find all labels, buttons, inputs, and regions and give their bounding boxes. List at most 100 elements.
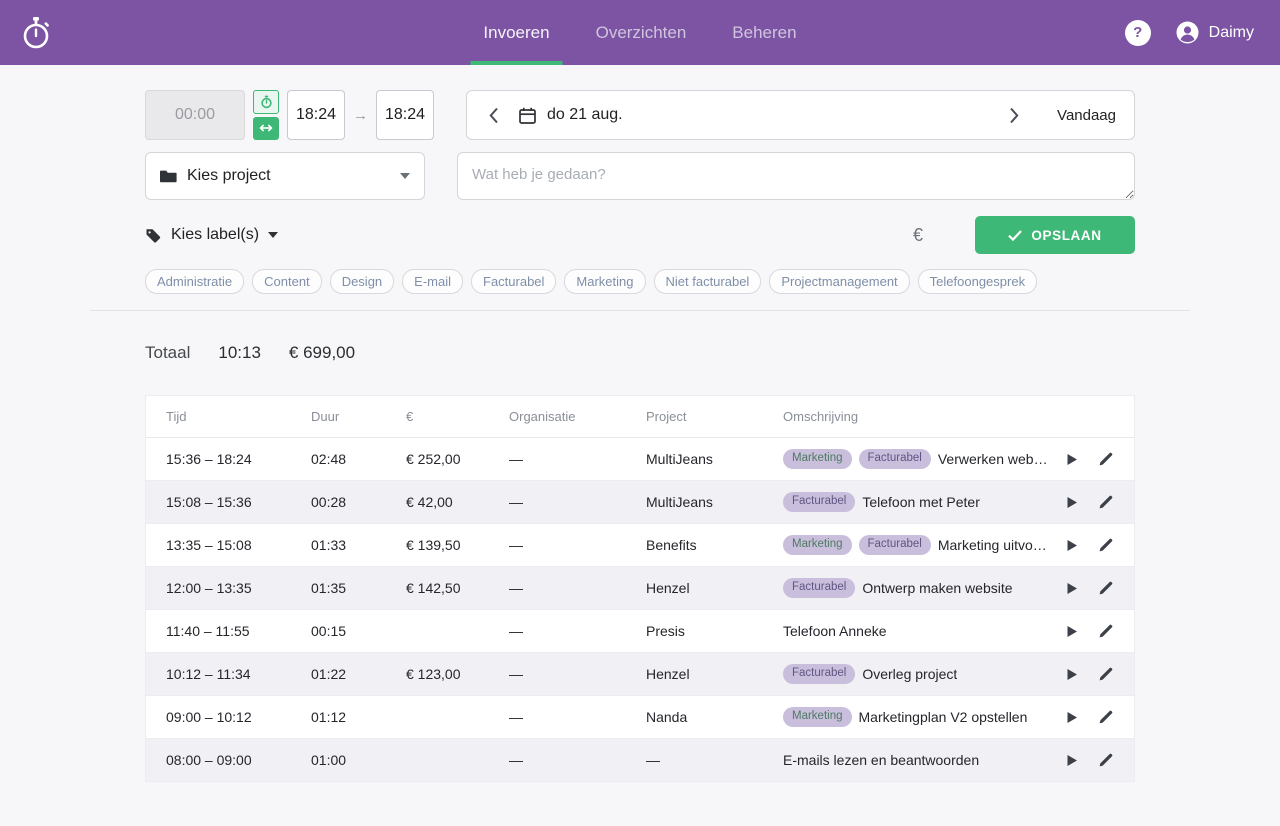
header-right: ? Daimy [1125, 20, 1254, 46]
labels-select-value: Kies label(s) [171, 226, 259, 244]
folder-icon [160, 169, 177, 183]
label-chip[interactable]: Marketing [564, 269, 645, 294]
label-chip[interactable]: E-mail [402, 269, 463, 294]
row-actions [1049, 623, 1134, 639]
calendar-icon[interactable] [519, 107, 536, 124]
total-label: Totaal [145, 343, 190, 363]
cell-project: MultiJeans [646, 451, 783, 467]
column-header: Duur [311, 409, 406, 424]
end-time-input[interactable] [376, 90, 434, 140]
cell-omschrijving: MarketingFacturabelVerwerken website p..… [783, 449, 1049, 469]
tab-overzichten[interactable]: Overzichten [596, 0, 687, 65]
section-divider [90, 310, 1190, 311]
edit-button[interactable] [1098, 580, 1114, 596]
help-button[interactable]: ? [1125, 20, 1151, 46]
edit-button[interactable] [1098, 451, 1114, 467]
row-actions [1049, 451, 1134, 467]
tab-invoeren[interactable]: Invoeren [483, 0, 549, 65]
cell-duur: 01:33 [311, 537, 406, 553]
cell-bedrag: € 142,50 [406, 580, 509, 596]
play-button[interactable] [1066, 496, 1078, 509]
edit-button[interactable] [1098, 537, 1114, 553]
play-button[interactable] [1066, 711, 1078, 724]
cell-project: Presis [646, 623, 783, 639]
edit-button[interactable] [1098, 494, 1114, 510]
column-header: Tijd [146, 409, 311, 424]
table-row: 11:40 – 11:5500:15—PresisTelefoon Anneke [146, 610, 1134, 653]
column-header: € [406, 409, 509, 424]
play-button[interactable] [1066, 625, 1078, 638]
cell-bedrag: € 42,00 [406, 494, 509, 510]
column-header: Project [646, 409, 783, 424]
edit-button[interactable] [1098, 666, 1114, 682]
cell-duur: 01:35 [311, 580, 406, 596]
next-day-button[interactable] [1005, 103, 1023, 128]
previous-day-button[interactable] [485, 103, 503, 128]
label-chip[interactable]: Projectmanagement [769, 269, 909, 294]
cell-organisatie: — [509, 709, 646, 725]
label-badge: Marketing [783, 535, 852, 555]
cell-organisatie: — [509, 666, 646, 682]
label-chip[interactable]: Telefoongesprek [918, 269, 1037, 294]
range-mode-button[interactable] [253, 117, 279, 141]
label-chip[interactable]: Design [330, 269, 394, 294]
cell-omschrijving: MarketingFacturabelMarketing uitvoer - s… [783, 535, 1049, 555]
stopwatch-logo-icon [20, 15, 52, 51]
time-arrow: → [353, 107, 368, 124]
omschrijving-text: E-mails lezen en beantwoorden [783, 752, 979, 768]
timer-display: 00:00 [145, 90, 245, 140]
cell-organisatie: — [509, 537, 646, 553]
user-avatar-icon [1175, 20, 1200, 45]
row-actions [1049, 709, 1134, 725]
project-select[interactable]: Kies project [145, 152, 425, 200]
edit-button[interactable] [1098, 709, 1114, 725]
user-menu[interactable]: Daimy [1175, 20, 1254, 45]
main-nav: Invoeren Overzichten Beheren [483, 0, 796, 65]
current-date-label[interactable]: do 21 aug. [547, 106, 623, 124]
cell-tijd: 10:12 – 11:34 [146, 666, 311, 682]
totals-summary: Totaal 10:13 € 699,00 [145, 343, 1135, 363]
play-button[interactable] [1066, 582, 1078, 595]
labels-select[interactable]: Kies label(s) [145, 226, 278, 244]
chevron-down-icon [268, 232, 278, 238]
edit-button[interactable] [1098, 752, 1114, 768]
cell-project: — [646, 752, 783, 768]
tag-icon [145, 227, 162, 244]
table-row: 12:00 – 13:3501:35€ 142,50—HenzelFactura… [146, 567, 1134, 610]
cell-bedrag: € 139,50 [406, 537, 509, 553]
edit-button[interactable] [1098, 623, 1114, 639]
play-button[interactable] [1066, 754, 1078, 767]
label-chip[interactable]: Administratie [145, 269, 244, 294]
label-chip[interactable]: Content [252, 269, 322, 294]
cell-duur: 00:28 [311, 494, 406, 510]
label-chip[interactable]: Niet facturabel [654, 269, 762, 294]
save-button-label: OPSLAAN [1031, 228, 1101, 243]
play-button[interactable] [1066, 539, 1078, 552]
table-row: 08:00 – 09:0001:00——E-mails lezen en bea… [146, 739, 1134, 782]
cell-project: Benefits [646, 537, 783, 553]
save-button[interactable]: OPSLAAN [975, 216, 1135, 254]
description-input[interactable] [457, 152, 1135, 200]
cell-tijd: 09:00 – 10:12 [146, 709, 311, 725]
cell-tijd: 13:35 – 15:08 [146, 537, 311, 553]
table-row: 10:12 – 11:3401:22€ 123,00—HenzelFactura… [146, 653, 1134, 696]
label-chip[interactable]: Facturabel [471, 269, 556, 294]
table-row: 15:36 – 18:2402:48€ 252,00—MultiJeansMar… [146, 438, 1134, 481]
today-button[interactable]: Vandaag [1057, 107, 1116, 124]
check-icon [1008, 230, 1022, 241]
cell-bedrag: € 252,00 [406, 451, 509, 467]
cell-project: MultiJeans [646, 494, 783, 510]
entry-mode-toggle [253, 90, 279, 140]
start-time-input[interactable] [287, 90, 345, 140]
label-chip-list: Administratie Content Design E-mail Facturab… [145, 269, 1135, 294]
table-body: 15:36 – 18:2402:48€ 252,00—MultiJeansMar… [146, 438, 1134, 782]
cell-tijd: 15:36 – 18:24 [146, 451, 311, 467]
row-actions [1049, 580, 1134, 596]
play-button[interactable] [1066, 453, 1078, 466]
table-row: 13:35 – 15:0801:33€ 139,50—BenefitsMarke… [146, 524, 1134, 567]
cell-duur: 01:12 [311, 709, 406, 725]
timer-mode-button[interactable] [253, 90, 279, 114]
play-button[interactable] [1066, 668, 1078, 681]
tab-beheren[interactable]: Beheren [732, 0, 796, 65]
label-badge: Facturabel [859, 449, 931, 469]
